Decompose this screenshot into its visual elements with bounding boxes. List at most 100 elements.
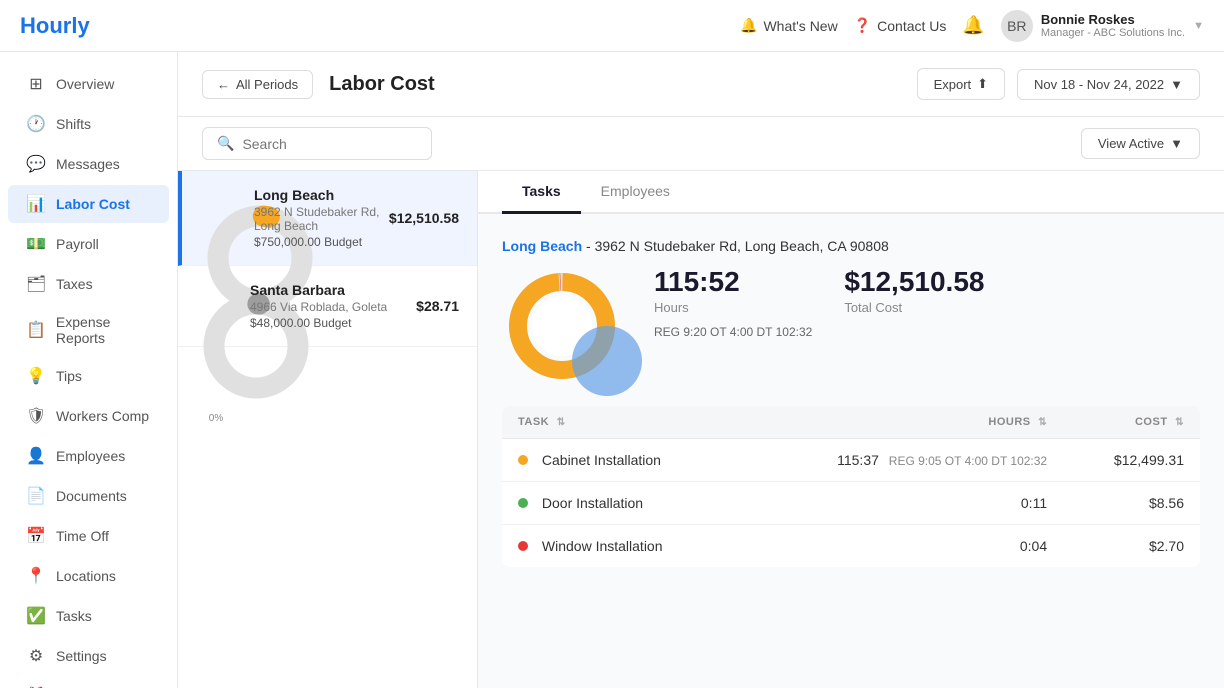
tab-tasks[interactable]: Tasks [502,171,581,214]
tips-icon: 💡 [26,366,46,386]
task-hours-cell: 0:11 [739,482,1063,525]
location-item-long-beach[interactable]: 2% Long Beach 3962 N Studebaker Rd, Long… [178,171,477,266]
detail-donut-chart [502,266,622,386]
page-header: ← All Periods Labor Cost Export ⬆ Nov 18… [178,52,1224,117]
settings-icon: ⚙ [26,646,46,666]
task-color-dot [518,455,528,465]
detail-location-address: 3962 N Studebaker Rd, Long Beach, CA 908… [595,238,889,254]
sidebar-item-time-off[interactable]: 📅 Time Off [8,517,169,555]
time-off-icon: 📅 [26,526,46,546]
export-button[interactable]: Export ⬆ [917,68,1005,100]
sidebar-item-tips[interactable]: 💡 Tips [8,357,169,395]
user-role: Manager - ABC Solutions Inc. [1041,27,1185,39]
user-name: Bonnie Roskes [1041,12,1185,27]
view-active-button[interactable]: View Active ▼ [1081,128,1200,159]
detail-stats: 115:52 Hours REG 9:20 OT 4:00 DT 102:32 … [654,266,1200,339]
sidebar-item-workers-comp[interactable]: 🛡 Workers Comp [8,397,169,435]
table-row[interactable]: Window Installation 0:04 $2.70 [502,525,1200,568]
main-layout: ⊞ Overview 🕐 Shifts 💬 Messages 📊 Labor C… [0,52,1224,688]
sidebar-item-employees[interactable]: 👤 Employees [8,437,169,475]
date-range-button[interactable]: Nov 18 - Nov 24, 2022 ▼ [1017,69,1200,100]
tasks-table: TASK ⇅ HOURS ⇅ COST ⇅ [502,406,1200,567]
table-row[interactable]: Cabinet Installation 115:37 REG 9:05 OT … [502,439,1200,482]
task-color-dot [518,498,528,508]
location-name-santa-barbara: Santa Barbara [250,282,408,298]
location-cost-long-beach: $12,510.58 [389,210,459,226]
blue-bubble [572,326,642,396]
sidebar-item-locations[interactable]: 📍 Locations [8,557,169,595]
sidebar-item-settings[interactable]: ⚙ Settings [8,637,169,675]
app-logo: Hourly [20,13,90,39]
sidebar-item-overview[interactable]: ⊞ Overview [8,65,169,103]
chevron-down-icon: ▼ [1170,77,1183,92]
task-name-cell: Cabinet Installation [502,439,739,482]
location-donut-long-beach: 2% [200,198,240,238]
sidebar-item-tasks[interactable]: ✅ Tasks [8,597,169,635]
sidebar-item-shifts[interactable]: 🕐 Shifts [8,105,169,143]
hours-sort-icon[interactable]: ⇅ [1038,417,1047,428]
view-active-chevron-icon: ▼ [1170,136,1183,151]
location-donut-santa-barbara: 0% [196,286,236,326]
overview-icon: ⊞ [26,74,46,94]
location-budget-santa-barbara: $48,000.00 Budget [250,316,408,330]
tab-employees[interactable]: Employees [581,171,690,214]
back-button[interactable]: ← All Periods [202,70,313,99]
shifts-icon: 🕐 [26,114,46,134]
sidebar-item-free-month[interactable]: 🎁 Free Month [8,677,169,688]
table-header: TASK ⇅ HOURS ⇅ COST ⇅ [502,406,1200,439]
notifications-icon[interactable]: 🔔 [962,15,984,36]
bell-icon: 🔔 [740,17,757,34]
sidebar-item-messages[interactable]: 💬 Messages [8,145,169,183]
sidebar-item-payroll[interactable]: 💵 Payroll [8,225,169,263]
sidebar-item-expense-reports[interactable]: 📋 Expense Reports [8,305,169,355]
table-header-hours: HOURS ⇅ [739,406,1063,439]
tasks-icon: ✅ [26,606,46,626]
detail-cost-value: $12,510.58 [844,266,984,298]
documents-icon: 📄 [26,486,46,506]
table-row[interactable]: Door Installation 0:11 $8.56 [502,482,1200,525]
detail-hours-label: Hours [654,300,812,315]
task-cost: $2.70 [1149,538,1184,554]
nav-actions: 🔔 What's New ❓ Contact Us 🔔 BR Bonnie Ro… [740,10,1204,42]
location-name-long-beach: Long Beach [254,187,381,203]
detail-hours-value: 115:52 [654,266,812,298]
contact-us-button[interactable]: ❓ Contact Us [854,17,947,34]
task-name-cell: Door Installation [502,482,739,525]
search-box[interactable]: 🔍 [202,127,432,160]
task-cost-cell: $8.56 [1063,482,1200,525]
labor-cost-icon: 📊 [26,194,46,214]
sidebar-item-labor-cost[interactable]: 📊 Labor Cost [8,185,169,223]
detail-cost-label: Total Cost [844,300,984,315]
sidebar-item-documents[interactable]: 📄 Documents [8,477,169,515]
task-sort-icon[interactable]: ⇅ [557,417,566,428]
location-cost-santa-barbara: $28.71 [416,298,459,314]
messages-icon: 💬 [26,154,46,174]
search-icon: 🔍 [217,135,234,152]
task-cost: $12,499.31 [1114,452,1184,468]
cost-sort-icon[interactable]: ⇅ [1175,417,1184,428]
content-area: ← All Periods Labor Cost Export ⬆ Nov 18… [178,52,1224,688]
task-cost: $8.56 [1149,495,1184,511]
question-icon: ❓ [854,17,871,34]
task-name: Window Installation [542,538,663,554]
sidebar-item-taxes[interactable]: 🗂 Taxes [8,265,169,303]
task-hours-cell: 0:04 [739,525,1063,568]
task-hours-cell: 115:37 REG 9:05 OT 4:00 DT 102:32 [739,439,1063,482]
search-input[interactable] [242,136,417,152]
location-budget-long-beach: $750,000.00 Budget [254,235,381,249]
page-title: Labor Cost [329,73,435,96]
page-header-left: ← All Periods Labor Cost [202,70,435,99]
detail-location-full: Long Beach - 3962 N Studebaker Rd, Long … [502,238,1200,254]
toolbar-row: 🔍 View Active ▼ [178,117,1224,171]
payroll-icon: 💵 [26,234,46,254]
task-color-dot [518,541,528,551]
task-cost-cell: $2.70 [1063,525,1200,568]
upload-icon: ⬆ [977,76,988,92]
detail-breakdown: REG 9:20 OT 4:00 DT 102:32 [654,325,812,339]
whats-new-button[interactable]: 🔔 What's New [740,17,838,34]
task-name-cell: Window Installation [502,525,739,568]
detail-location-name: Long Beach [502,238,582,254]
user-profile[interactable]: BR Bonnie Roskes Manager - ABC Solutions… [1001,10,1204,42]
body-split: 2% Long Beach 3962 N Studebaker Rd, Long… [178,171,1224,688]
task-hours: 0:11 [1021,495,1047,511]
